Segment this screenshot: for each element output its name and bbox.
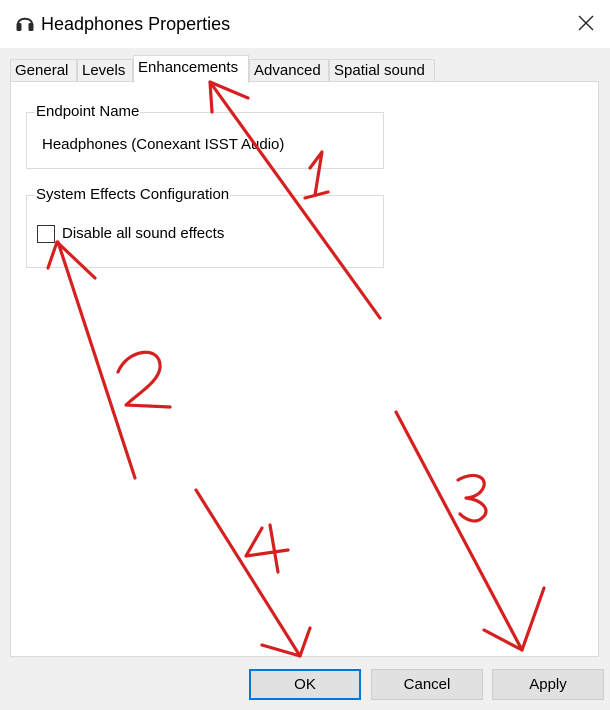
cancel-button[interactable]: Cancel bbox=[371, 669, 483, 700]
tab-spatial-sound[interactable]: Spatial sound bbox=[329, 59, 435, 81]
tab-levels[interactable]: Levels bbox=[77, 59, 133, 81]
title-bar: Headphones Properties bbox=[0, 0, 610, 48]
tab-general[interactable]: General bbox=[10, 59, 77, 81]
tab-advanced[interactable]: Advanced bbox=[249, 59, 329, 81]
headphones-icon bbox=[16, 17, 34, 31]
tab-enhancements[interactable]: Enhancements bbox=[133, 55, 249, 83]
properties-dialog: Headphones Properties General Levels Enh… bbox=[0, 0, 610, 710]
apply-button[interactable]: Apply bbox=[492, 669, 604, 700]
system-effects-group: System Effects Configuration Disable all… bbox=[26, 186, 384, 268]
system-effects-heading: System Effects Configuration bbox=[35, 186, 231, 204]
endpoint-name-heading: Endpoint Name bbox=[35, 103, 141, 121]
disable-sound-effects-checkbox[interactable] bbox=[37, 225, 55, 243]
endpoint-name-value: Headphones (Conexant ISST Audio) bbox=[42, 136, 285, 153]
ok-button[interactable]: OK bbox=[249, 669, 361, 700]
disable-sound-effects-label[interactable]: Disable all sound effects bbox=[62, 224, 224, 244]
window-title: Headphones Properties bbox=[41, 14, 231, 34]
close-button[interactable] bbox=[562, 0, 610, 48]
enhancements-panel: Endpoint Name Headphones (Conexant ISST … bbox=[10, 81, 599, 657]
close-icon bbox=[578, 15, 594, 31]
endpoint-name-group: Endpoint Name Headphones (Conexant ISST … bbox=[26, 103, 384, 169]
